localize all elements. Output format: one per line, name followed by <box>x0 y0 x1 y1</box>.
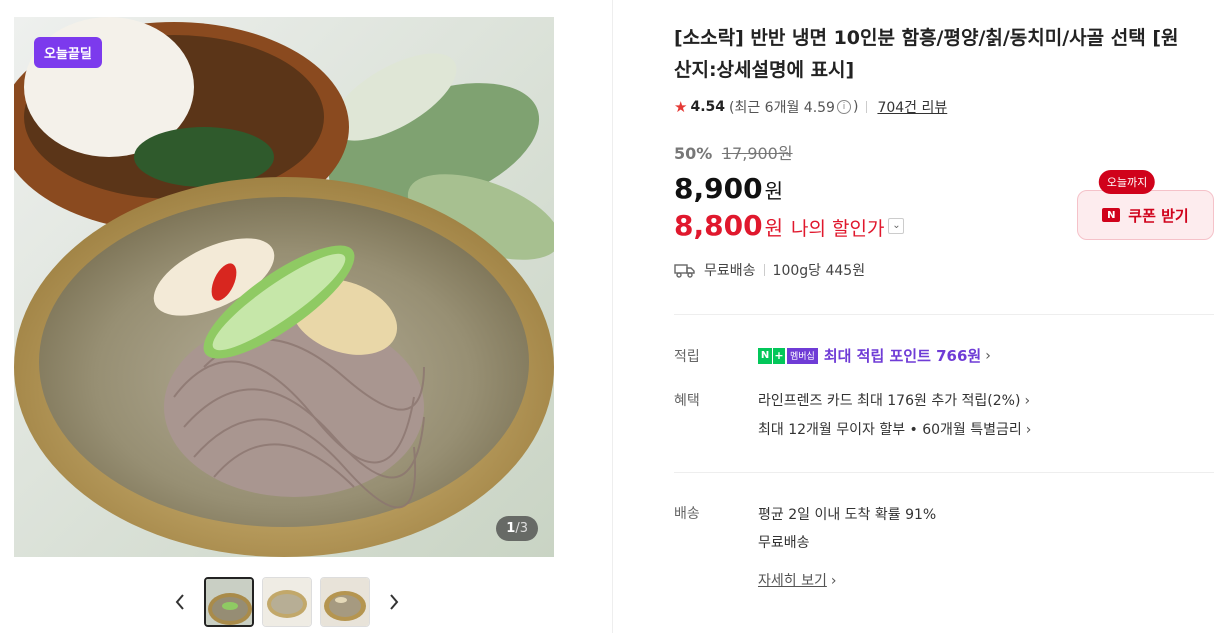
delivery-fee: 무료배송 <box>758 535 810 551</box>
card-benefit-link[interactable]: 라인프렌즈 카드 최대 176원 추가 적립(2%) › <box>758 390 1030 410</box>
card-benefit-text: 라인프렌즈 카드 최대 176원 추가 적립(2%) <box>758 393 1021 409</box>
thumbnail-image <box>206 579 252 625</box>
original-price: 17,900원 <box>721 144 793 163</box>
my-price-currency: 원 <box>764 216 783 240</box>
separator <box>866 101 868 113</box>
chevron-down-icon[interactable]: ⌄ <box>888 217 905 234</box>
chevron-right-icon <box>390 594 399 610</box>
naengmyeon-photo <box>14 17 554 557</box>
discount-rate: 50% <box>674 144 713 163</box>
original-price-row: 50% 17,900원 <box>674 140 793 164</box>
max-points-link[interactable]: N + 멤버십 최대 적립 포인트 766원 › <box>758 345 991 366</box>
thumbnail-strip <box>170 576 404 628</box>
counter-current: 1 <box>506 521 516 536</box>
chevron-right-icon: › <box>985 347 991 364</box>
delivery-detail-link[interactable]: 자세히 보기 › <box>758 570 836 590</box>
recent-rating-close: ) <box>852 99 859 115</box>
delivery-label: 배송 <box>674 506 700 522</box>
chevron-right-icon: › <box>1025 422 1032 438</box>
chevron-left-icon <box>175 594 184 610</box>
image-page-counter: 1/3 <box>496 516 538 541</box>
thumbnail-2[interactable] <box>262 577 312 627</box>
naver-membership-badge: N + 멤버십 <box>758 347 818 364</box>
coupon-button-label: 쿠폰 받기 <box>1128 206 1189 225</box>
shipping-row: 무료배송 100g당 445원 <box>674 260 865 280</box>
thumbnail-image <box>263 578 311 626</box>
separator <box>763 264 765 276</box>
section-divider <box>674 314 1214 315</box>
get-coupon-button[interactable]: N 쿠폰 받기 <box>1077 190 1214 240</box>
installment-text: 최대 12개월 무이자 할부 • 60개월 특별금리 <box>758 422 1022 438</box>
product-detail-panel: [소소락] 반반 냉면 10인분 함흥/평양/칡/동치미/사골 선택 [원산지:… <box>674 0 1214 633</box>
next-image-button[interactable] <box>384 582 404 622</box>
rating-score: 4.54 <box>690 99 725 115</box>
column-divider <box>612 0 613 633</box>
shipping-fee: 무료배송 <box>704 263 756 279</box>
counter-total: /3 <box>515 521 528 536</box>
my-discount-price: 8,800 <box>674 209 763 242</box>
prev-image-button[interactable] <box>170 582 190 622</box>
arrival-probability: 평균 2일 이내 도착 확률 91% <box>758 507 937 523</box>
review-count-link[interactable]: 704건 리뷰 <box>877 97 947 117</box>
chevron-right-icon: › <box>1024 393 1031 409</box>
sale-price: 8,900 <box>674 172 763 205</box>
thumbnail-3[interactable] <box>320 577 370 627</box>
chevron-right-icon: › <box>830 573 837 589</box>
product-gallery: 오늘끝딜 1/3 <box>0 0 612 633</box>
recent-rating: (최근 6개월 4.59 <box>729 100 835 116</box>
membership-plus: + <box>773 347 785 364</box>
naver-n-icon: N <box>1102 208 1121 222</box>
max-points-text: 최대 적립 포인트 766원 <box>823 347 982 365</box>
my-price-label: 나의 할인가 <box>790 218 885 240</box>
my-price-row[interactable]: 8,800 원 나의 할인가 ⌄ <box>674 209 905 242</box>
benefit-label: 혜택 <box>674 393 700 409</box>
sale-price-row: 8,900 원 <box>674 172 783 205</box>
rating-row: ★ 4.54 (최근 6개월 4.59 i) 704건 리뷰 <box>674 97 947 117</box>
unit-price: 100g당 445원 <box>772 263 866 279</box>
section-divider <box>674 472 1214 473</box>
sale-price-currency: 원 <box>764 179 783 203</box>
today-deal-badge: 오늘끝딜 <box>34 37 102 68</box>
thumbnail-1[interactable] <box>204 577 254 627</box>
membership-n: N <box>758 347 772 364</box>
info-icon[interactable]: i <box>836 100 851 114</box>
product-title: [소소락] 반반 냉면 10인분 함흥/평양/칡/동치미/사골 선택 [원산지:… <box>674 27 1179 81</box>
product-main-image[interactable]: 오늘끝딜 1/3 <box>14 17 554 557</box>
coupon-deadline-tag: 오늘까지 <box>1098 170 1156 194</box>
membership-text: 멤버십 <box>787 347 818 364</box>
star-icon: ★ <box>674 98 688 116</box>
points-label: 적립 <box>674 349 700 365</box>
thumbnail-image <box>321 578 369 626</box>
detail-link-text: 자세히 보기 <box>758 573 827 589</box>
truck-icon <box>674 264 695 278</box>
installment-link[interactable]: 최대 12개월 무이자 할부 • 60개월 특별금리 › <box>758 419 1031 439</box>
